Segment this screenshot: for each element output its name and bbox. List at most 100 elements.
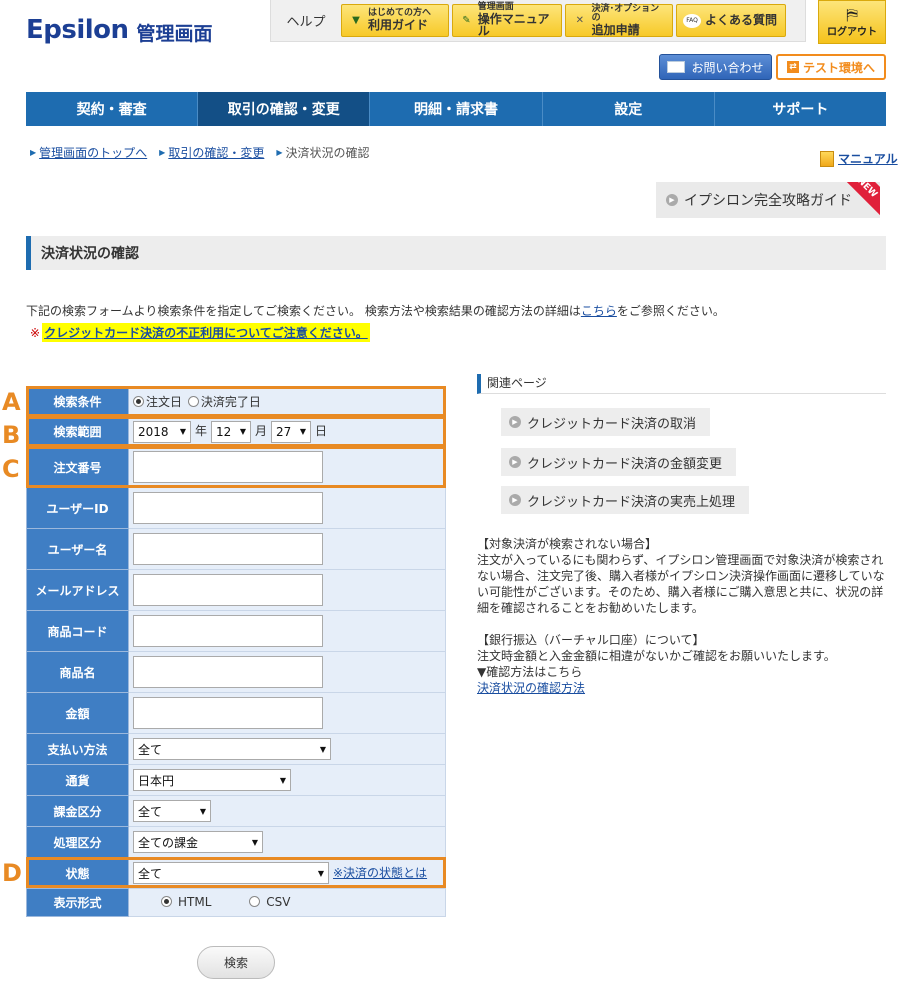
row-display-format: 表示形式 HTML CSV (26, 888, 446, 917)
complete-guide-button[interactable]: ▶ イプシロン完全攻略ガイド NEW (656, 182, 880, 218)
dropdown-caret-icon: ▼ (319, 744, 326, 754)
help-label: ヘルプ (286, 15, 326, 30)
currency-select[interactable]: 日本円 ▼ (133, 769, 291, 791)
test-env-label: テスト環境へ (802, 60, 875, 75)
order-number-label: 注文番号 (26, 446, 129, 488)
status-select[interactable]: 全て ▼ (133, 862, 329, 884)
related-button-label: クレジットカード決済の実売上処理 (527, 494, 736, 510)
book-icon (820, 150, 834, 167)
circle-arrow-icon: ▶ (509, 494, 521, 506)
user-guide-button[interactable]: ▼ はじめての方へ 利用ガイド (341, 4, 449, 37)
nav-support[interactable]: サポート (715, 92, 886, 126)
status-check-method-link[interactable]: 決済状況の確認方法 (477, 681, 585, 695)
nav-settings[interactable]: 設定 (543, 92, 715, 126)
status-label: 状態 (26, 857, 129, 889)
intro-text: 下記の検索フォームより検索条件を指定してご検索ください。 検索方法や検索結果の確… (26, 302, 725, 319)
year-select[interactable]: 2018 ▼ (133, 420, 191, 443)
intro-details-link[interactable]: こちら (581, 304, 617, 318)
circle-arrow-icon: ▶ (666, 194, 678, 206)
row-billing-type: 課金区分 全て ▼ (26, 795, 446, 827)
day-select[interactable]: 27 ▼ (271, 420, 312, 443)
related-cancel-button[interactable]: ▶ クレジットカード決済の取消 (501, 408, 711, 436)
manual-label: マニュアル (838, 152, 898, 166)
process-type-select[interactable]: 全ての課金 ▼ (133, 831, 263, 853)
test-environment-button[interactable]: ⇄ テスト環境へ (776, 54, 886, 80)
radio-order-date[interactable]: 注文日 (133, 393, 182, 410)
warning-mark: ※ (30, 325, 41, 340)
annotation-letter-c: C (2, 455, 20, 483)
contact-button[interactable]: お問い合わせ (659, 54, 772, 80)
row-process-type: 処理区分 全ての課金 ▼ (26, 826, 446, 858)
circle-arrow-icon: ▶ (509, 456, 521, 468)
annotation-letter-d: D (2, 859, 22, 887)
logo-wordmark: Epsilon (26, 15, 129, 45)
related-capture-button[interactable]: ▶ クレジットカード決済の実売上処理 (501, 486, 750, 514)
logo-subtitle: 管理画面 (136, 22, 213, 45)
beginner-icon: ▼ (352, 15, 360, 26)
order-number-input[interactable] (133, 451, 323, 483)
nav-transactions[interactable]: 取引の確認・変更 (198, 92, 371, 126)
info-section2-note: ▼確認方法はこちら (477, 665, 583, 679)
nav-statements[interactable]: 明細・請求書 (370, 92, 543, 126)
row-email: メールアドレス (26, 569, 446, 611)
faq-icon: FAQ (683, 13, 701, 28)
dropdown-caret-icon: ▼ (299, 427, 307, 436)
status-value: 全て (138, 866, 163, 881)
guide-label: イプシロン完全攻略ガイド (684, 193, 852, 209)
month-value: 12 (216, 424, 232, 439)
info-section2-body: 注文時金額と入金金額に相違がないかご確認をお願いいたします。 (477, 649, 836, 663)
radio-csv[interactable]: CSV (249, 895, 290, 909)
help-bar: ヘルプ ▼ はじめての方へ 利用ガイド ✎ 管理画面 操作マニュアル ✕ 決済･オプ… (270, 0, 806, 42)
radio-completion-date[interactable]: 決済完了日 (187, 393, 261, 410)
help-btn-big: 利用ガイド (368, 17, 429, 32)
radio-dot (161, 896, 172, 908)
amount-label: 金額 (26, 692, 129, 734)
epsilon-logo[interactable]: Epsilon 管理画面 (26, 14, 213, 46)
breadcrumb-transactions-link[interactable]: 取引の確認・変更 (168, 144, 264, 161)
amount-input[interactable] (133, 697, 323, 729)
month-unit: 月 (255, 424, 268, 438)
search-condition-label: 検索条件 (26, 386, 129, 417)
user-id-input[interactable] (133, 492, 323, 524)
nav-contract[interactable]: 契約・審査 (26, 92, 199, 126)
month-select[interactable]: 12 ▼ (211, 420, 252, 443)
status-help-link[interactable]: ※決済の状態とは (333, 866, 427, 880)
radio-label: HTML (178, 894, 212, 909)
breadcrumb-home-link[interactable]: 管理画面のトップへ (39, 144, 147, 161)
row-order-number: 注文番号 (26, 446, 446, 488)
user-name-input[interactable] (133, 533, 323, 565)
radio-dot (187, 396, 199, 407)
display-format-label: 表示形式 (26, 888, 129, 917)
operation-manual-button[interactable]: ✎ 管理画面 操作マニュアル (452, 2, 562, 38)
user-name-label: ユーザー名 (26, 528, 129, 570)
faq-button[interactable]: FAQ よくある質問 (676, 4, 786, 37)
row-product-code: 商品コード (26, 610, 446, 652)
info-notes: 【対象決済が検索されない場合】 注文が入っているにも関わらず、イプシロン管理画面… (477, 536, 887, 696)
payment-method-value: 全て (138, 742, 163, 757)
logout-label: ログアウト (827, 26, 877, 38)
fraud-warning-link[interactable]: クレジットカード決済の不正利用についてご注意ください。 (42, 323, 370, 342)
product-name-input[interactable] (133, 656, 323, 688)
logout-button[interactable]: ⛿ ログアウト (818, 0, 886, 44)
radio-html[interactable]: HTML (161, 895, 211, 909)
related-button-label: クレジットカード決済の金額変更 (527, 456, 723, 472)
billing-type-select[interactable]: 全て ▼ (133, 800, 211, 822)
help-btn-big: 追加申請 (591, 22, 640, 37)
manual-link[interactable]: マニュアル (820, 150, 898, 167)
row-amount: 金額 (26, 692, 446, 734)
dropdown-caret-icon: ▼ (239, 427, 247, 436)
email-input[interactable] (133, 574, 323, 606)
add-option-request-button[interactable]: ✕ 決済･オプションの 追加申請 (565, 4, 673, 37)
mail-icon (667, 61, 686, 73)
pencil-icon: ✎ (462, 15, 471, 26)
breadcrumb-current: 決済状況の確認 (285, 146, 370, 160)
main-nav: 契約・審査 取引の確認・変更 明細・請求書 設定 サポート (26, 92, 886, 126)
billing-type-value: 全て (138, 804, 163, 819)
search-button[interactable]: 検索 (197, 946, 275, 979)
payment-method-select[interactable]: 全て ▼ (133, 738, 331, 760)
user-id-label: ユーザーID (26, 487, 129, 529)
related-amount-change-button[interactable]: ▶ クレジットカード決済の金額変更 (501, 448, 737, 476)
product-code-input[interactable] (133, 615, 323, 647)
dropdown-caret-icon: ▼ (317, 868, 324, 878)
radio-label: 決済完了日 (200, 395, 261, 409)
